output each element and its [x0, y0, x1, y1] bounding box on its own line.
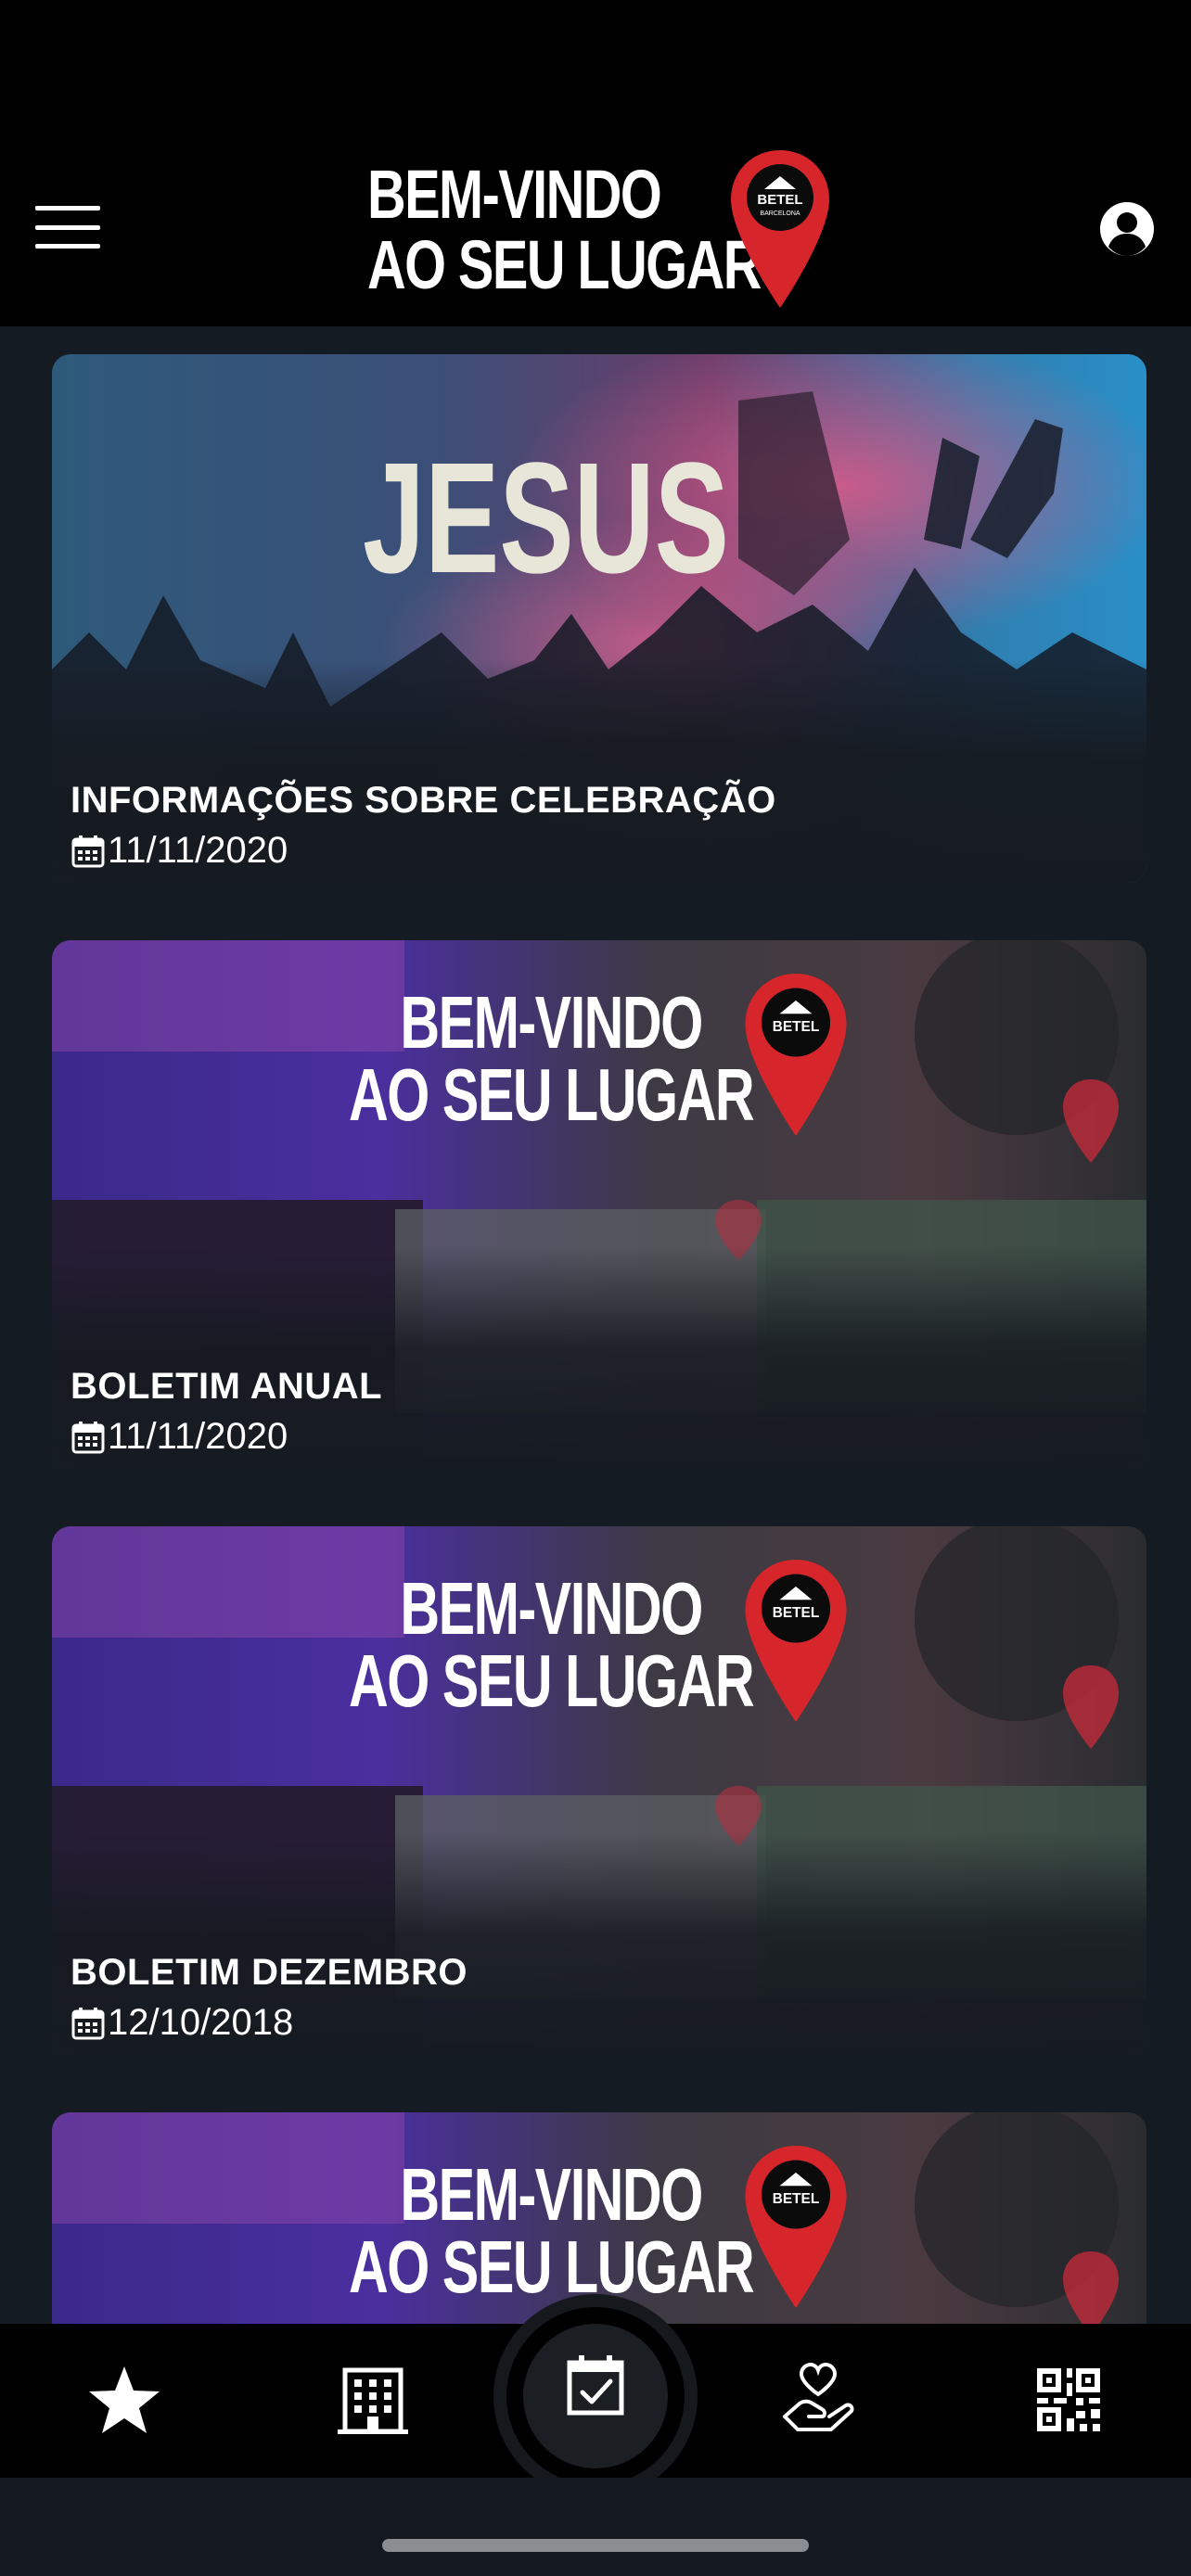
card-date: 11/11/2020 [70, 1416, 288, 1458]
user-circle-icon[interactable] [1098, 200, 1156, 258]
pin-text: BETEL [773, 2191, 820, 2207]
calendar-icon [71, 1421, 105, 1453]
heart-hand-icon[interactable] [779, 2361, 857, 2439]
card-image-text-1: BEM-VINDO [400, 981, 703, 1064]
app-logo: BEM-VINDO AO SEU LUGAR BETEL BARCELONA [367, 148, 831, 315]
card-image-text-1: BEM-VINDO [400, 1567, 703, 1650]
building-icon[interactable] [334, 2361, 412, 2439]
pin-text: BETEL [773, 1019, 820, 1035]
star-icon[interactable] [85, 2361, 163, 2439]
card-title: BOLETIM ANUAL [70, 1366, 383, 1407]
card-date-text: 12/10/2018 [108, 2002, 294, 2043]
nav-center-inner [523, 2324, 668, 2468]
home-indicator[interactable] [382, 2539, 809, 2552]
location-pin-icon: BETEL BARCELONA [731, 150, 829, 308]
card-date-text: 11/11/2020 [108, 1416, 288, 1457]
qr-code-icon[interactable] [1030, 2361, 1108, 2439]
card-date: 12/10/2018 [70, 2002, 293, 2044]
location-pin-icon: BETEL [745, 974, 847, 1136]
news-card[interactable]: JESUS INFORMAÇÕES SOBRE CELEBRAÇÃO 11/11… [52, 354, 1146, 883]
logo-line-1: BEM-VINDO [367, 156, 662, 233]
pin-text: BETEL [757, 192, 802, 208]
card-image: BEM-VINDO AO SEU LUGAR BETEL [52, 2112, 1146, 2324]
news-card[interactable]: BEM-VINDO AO SEU LUGAR BETEL BOLETIM DEZ… [52, 1526, 1146, 2055]
app-root: BEM-VINDO AO SEU LUGAR BETEL BARCELONA J… [0, 0, 1191, 2576]
header: BEM-VINDO AO SEU LUGAR BETEL BARCELONA [0, 0, 1191, 326]
home-indicator-area [0, 2478, 1191, 2576]
news-feed[interactable]: JESUS INFORMAÇÕES SOBRE CELEBRAÇÃO 11/11… [0, 326, 1191, 2324]
card-date: 11/11/2020 [70, 830, 288, 872]
pin-text: BETEL [773, 1605, 820, 1621]
card-image-text-1: BEM-VINDO [400, 2153, 703, 2236]
news-card[interactable]: BEM-VINDO AO SEU LUGAR BETEL BOLETIM ANU… [52, 940, 1146, 1469]
location-pin-icon: BETEL [745, 1560, 847, 1722]
logo-line-2: AO SEU LUGAR [367, 226, 762, 303]
card-title: BOLETIM DEZEMBRO [70, 1952, 467, 1993]
calendar-icon [71, 835, 105, 867]
calendar-check-icon [567, 2355, 624, 2416]
card-date-text: 11/11/2020 [108, 830, 288, 871]
card-image-text: JESUS [363, 430, 729, 606]
hamburger-menu-icon[interactable] [35, 206, 100, 249]
card-image-text-2: AO SEU LUGAR [349, 1639, 755, 1722]
card-title: INFORMAÇÕES SOBRE CELEBRAÇÃO [70, 780, 776, 821]
card-image-text-2: AO SEU LUGAR [349, 2225, 755, 2308]
pin-subtext: BARCELONA [760, 210, 800, 217]
card-image-text-2: AO SEU LUGAR [349, 1053, 755, 1136]
location-pin-icon: BETEL [745, 2146, 847, 2308]
nav-center-button[interactable] [493, 2294, 698, 2498]
logo-text: BEM-VINDO AO SEU LUGAR [367, 156, 762, 303]
news-card[interactable]: BEM-VINDO AO SEU LUGAR BETEL [52, 2112, 1146, 2324]
calendar-icon [71, 2007, 105, 2039]
